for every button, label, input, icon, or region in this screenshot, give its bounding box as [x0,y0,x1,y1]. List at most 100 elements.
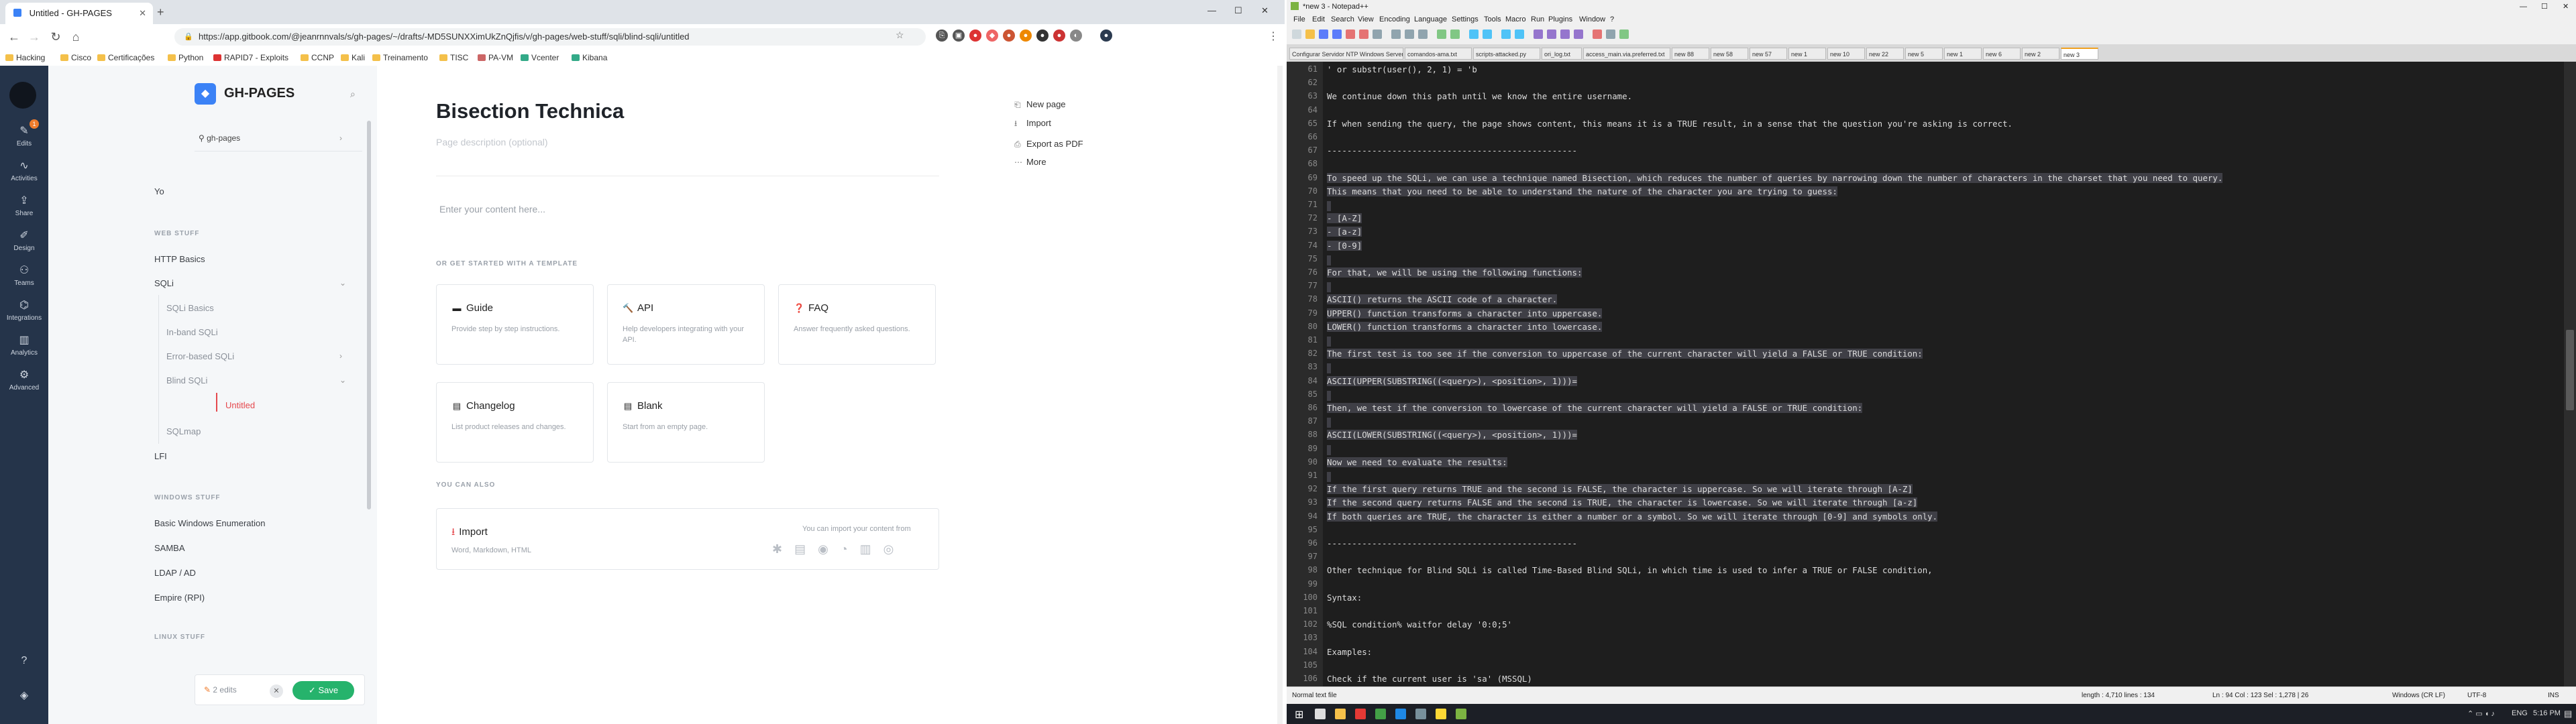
bookmark-folder[interactable]: Certificações [97,52,154,63]
sidebar-item-error-based-sqli[interactable]: Error-based SQLi [166,351,234,361]
zoom-out-icon[interactable] [1515,29,1524,39]
file-tab[interactable]: Configurar Servidor NTP Windows Server 2… [1289,48,1403,60]
template-card-guide[interactable]: ▬ Guide Provide step by step instructions… [436,284,594,365]
extension-icon[interactable]: ● [1053,29,1065,42]
app-icon[interactable] [1415,709,1426,719]
app-icon[interactable] [1375,709,1386,719]
close-file-icon[interactable] [1346,29,1355,39]
menu-search[interactable]: Search [1331,13,1354,25]
sidebar-item-ldap-ad[interactable]: LDAP / AD [154,568,196,578]
maximize-window-icon[interactable]: ☐ [1234,5,1242,16]
new-page-action[interactable]: ⎗ New page [1014,99,1083,110]
rail-teams[interactable]: ⚇ Teams [0,264,48,287]
app-icon[interactable] [1355,709,1366,719]
page-description-input[interactable]: Page description (optional) [436,137,548,147]
extension-icon[interactable]: ◐ [1070,29,1082,42]
menu-file[interactable]: File [1293,13,1305,25]
extension-icon[interactable]: ● [1003,29,1015,42]
file-tab[interactable]: new 6 [1983,48,2021,60]
new-tab-button[interactable]: + [157,5,164,19]
back-icon[interactable]: ← [7,29,21,44]
extension-icon[interactable]: ◆ [986,29,998,42]
menu-encoding[interactable]: Encoding [1379,13,1410,25]
bookmark-folder[interactable]: Cisco [60,52,91,63]
variant-selector[interactable]: ⚲ gh-pages [199,133,240,143]
import-card[interactable]: ⭳ Import Word, Markdown, HTML You can imp… [436,508,939,570]
task-view-icon[interactable] [1315,709,1326,719]
bookmark-folder[interactable]: TISC [439,52,468,63]
menu-tools[interactable]: Tools [1484,13,1501,25]
minimize-window-icon[interactable]: — [1208,5,1216,15]
edits-count[interactable]: ✎ 2 edits [204,685,237,695]
file-tab[interactable]: new 57 [1750,48,1787,60]
bookmark-folder[interactable]: CCNP [301,52,334,63]
gitbook-logo-icon[interactable]: ◈ [0,689,48,705]
bookmark-link[interactable]: RAPID7 - Exploits [213,52,288,63]
chevron-down-icon[interactable]: ⌄ [339,278,346,288]
bookmark-link[interactable]: PA-VM [478,52,513,63]
explorer-icon[interactable] [1335,709,1346,719]
file-tab[interactable]: new 22 [1866,48,1904,60]
menu-macro[interactable]: Macro [1505,13,1526,25]
bookmark-folder[interactable]: Hacking [5,52,45,63]
address-bar[interactable]: 🔒 https://app.gitbook.com/@jeanrnnvals/s… [174,28,926,46]
more-action[interactable]: ⋯ More [1014,157,1083,167]
save-button[interactable]: ✓ Save [292,681,354,700]
rail-share[interactable]: ⇪ Share [0,194,48,217]
file-tab[interactable]: new 2 [2022,48,2059,60]
browser-menu-icon[interactable]: ⋮ [1268,29,1279,43]
bookmark-star-icon[interactable]: ☆ [896,29,904,41]
rail-integrations[interactable]: ⌬ Integrations [0,299,48,322]
word-wrap-icon[interactable] [1547,29,1556,39]
file-tab[interactable]: scripts-attacked.py [1473,48,1540,60]
browser-tab-active[interactable]: Untitled - GH-PAGES ✕ [5,3,153,24]
sidebar-item-sqlmap[interactable]: SQLmap [166,426,201,436]
minimize-window-icon[interactable]: — [2520,0,2527,13]
search-icon[interactable]: ⌕ [350,88,356,100]
import-action[interactable]: ⭳ Import [1014,117,1083,131]
close-all-icon[interactable] [1359,29,1368,39]
new-file-icon[interactable] [1292,29,1301,39]
close-tab-icon[interactable]: ✕ [139,3,146,24]
menu-window[interactable]: Window [1579,13,1605,25]
npp-editor[interactable]: 61 62 63 64 65 66 67 68 69 70 71 72 73 74 75 76 77 78 79 80… [1287,62,2576,686]
indent-guide-icon[interactable] [1574,29,1583,39]
notepadpp-taskbar-icon[interactable] [1456,709,1466,719]
space-title[interactable]: GH-PAGES [224,86,294,101]
print-icon[interactable] [1373,29,1382,39]
maximize-window-icon[interactable]: ☐ [2541,0,2548,13]
sidebar-item-yo[interactable]: Yo [154,186,164,196]
chevron-down-icon[interactable]: ⌄ [339,375,346,385]
sidebar-item-sqli[interactable]: SQLi [154,278,174,288]
close-window-icon[interactable]: ✕ [1261,5,1269,16]
extension-icon[interactable]: ● [1036,29,1049,42]
app-icon[interactable] [1395,709,1406,719]
clock[interactable]: 5:16 PM [2533,709,2561,717]
extension-icon[interactable]: ⎘ [936,29,948,42]
sidebar-item-samba[interactable]: SAMBA [154,543,185,553]
close-window-icon[interactable]: ✕ [2563,0,2569,13]
language-indicator[interactable]: ENG [2512,709,2528,717]
discard-edits-icon[interactable]: ✕ [270,684,283,698]
redo-icon[interactable] [1450,29,1460,39]
file-tab[interactable]: new 1 [1944,48,1982,60]
sidebar-item-inband-sqli[interactable]: In-band SQLi [166,327,218,337]
content-input[interactable]: Enter your content here... [439,204,545,215]
record-macro-icon[interactable] [1593,29,1602,39]
chevron-right-icon[interactable]: › [339,351,342,361]
avatar[interactable] [9,82,36,109]
extension-icon[interactable]: ▣ [953,29,965,42]
show-all-chars-icon[interactable] [1560,29,1570,39]
chevron-right-icon[interactable]: › [339,133,342,143]
home-icon[interactable]: ⌂ [68,29,83,44]
menu-edit[interactable]: Edit [1312,13,1325,25]
chrome-icon[interactable] [1436,709,1446,719]
page-scrollbar[interactable] [1277,66,1283,724]
file-tab[interactable]: new 1 [1788,48,1826,60]
file-tab[interactable]: comandos-ama.txt [1405,48,1472,60]
sidebar-item-blind-sqli[interactable]: Blind SQLi [166,375,207,385]
sidebar-item-lfi[interactable]: LFI [154,451,167,461]
template-card-faq[interactable]: ❓ FAQ Answer frequently asked questions. [778,284,936,365]
template-card-blank[interactable]: ▤ Blank Start from an empty page. [607,382,765,463]
menu-settings[interactable]: Settings [1452,13,1479,25]
